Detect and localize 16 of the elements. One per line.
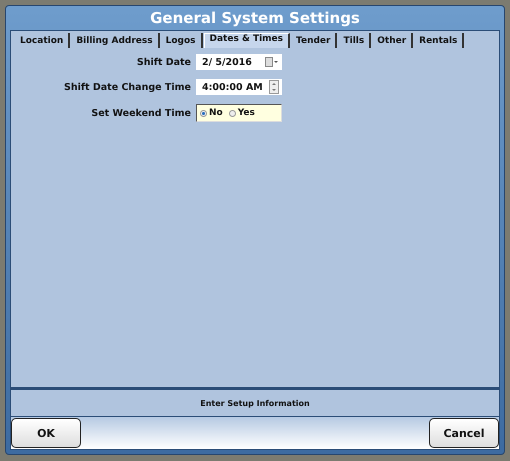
radio-button[interactable] — [228, 110, 236, 116]
radio-option[interactable]: No — [200, 108, 223, 118]
field-label: Shift Date — [136, 56, 191, 68]
window-title: General System Settings — [149, 8, 361, 29]
radio-button[interactable] — [200, 110, 207, 116]
field-label: Set Weekend Time — [90, 108, 191, 118]
date-field[interactable]: 2/ 5/2016 — [196, 54, 282, 70]
dialog-button[interactable]: OK — [11, 418, 81, 448]
tab[interactable]: Dates & Times — [204, 33, 290, 48]
calendar-dropdown-icon[interactable] — [265, 57, 279, 67]
dialog-button[interactable]: Cancel — [429, 418, 499, 448]
radio-option[interactable]: Yes — [228, 108, 255, 118]
field-label: Shift Date Change Time — [63, 82, 191, 92]
status-text: Enter Setup Information — [200, 398, 310, 408]
time-field[interactable]: 4:00:00 AM — [196, 79, 282, 95]
spinner-icon[interactable] — [269, 80, 279, 94]
